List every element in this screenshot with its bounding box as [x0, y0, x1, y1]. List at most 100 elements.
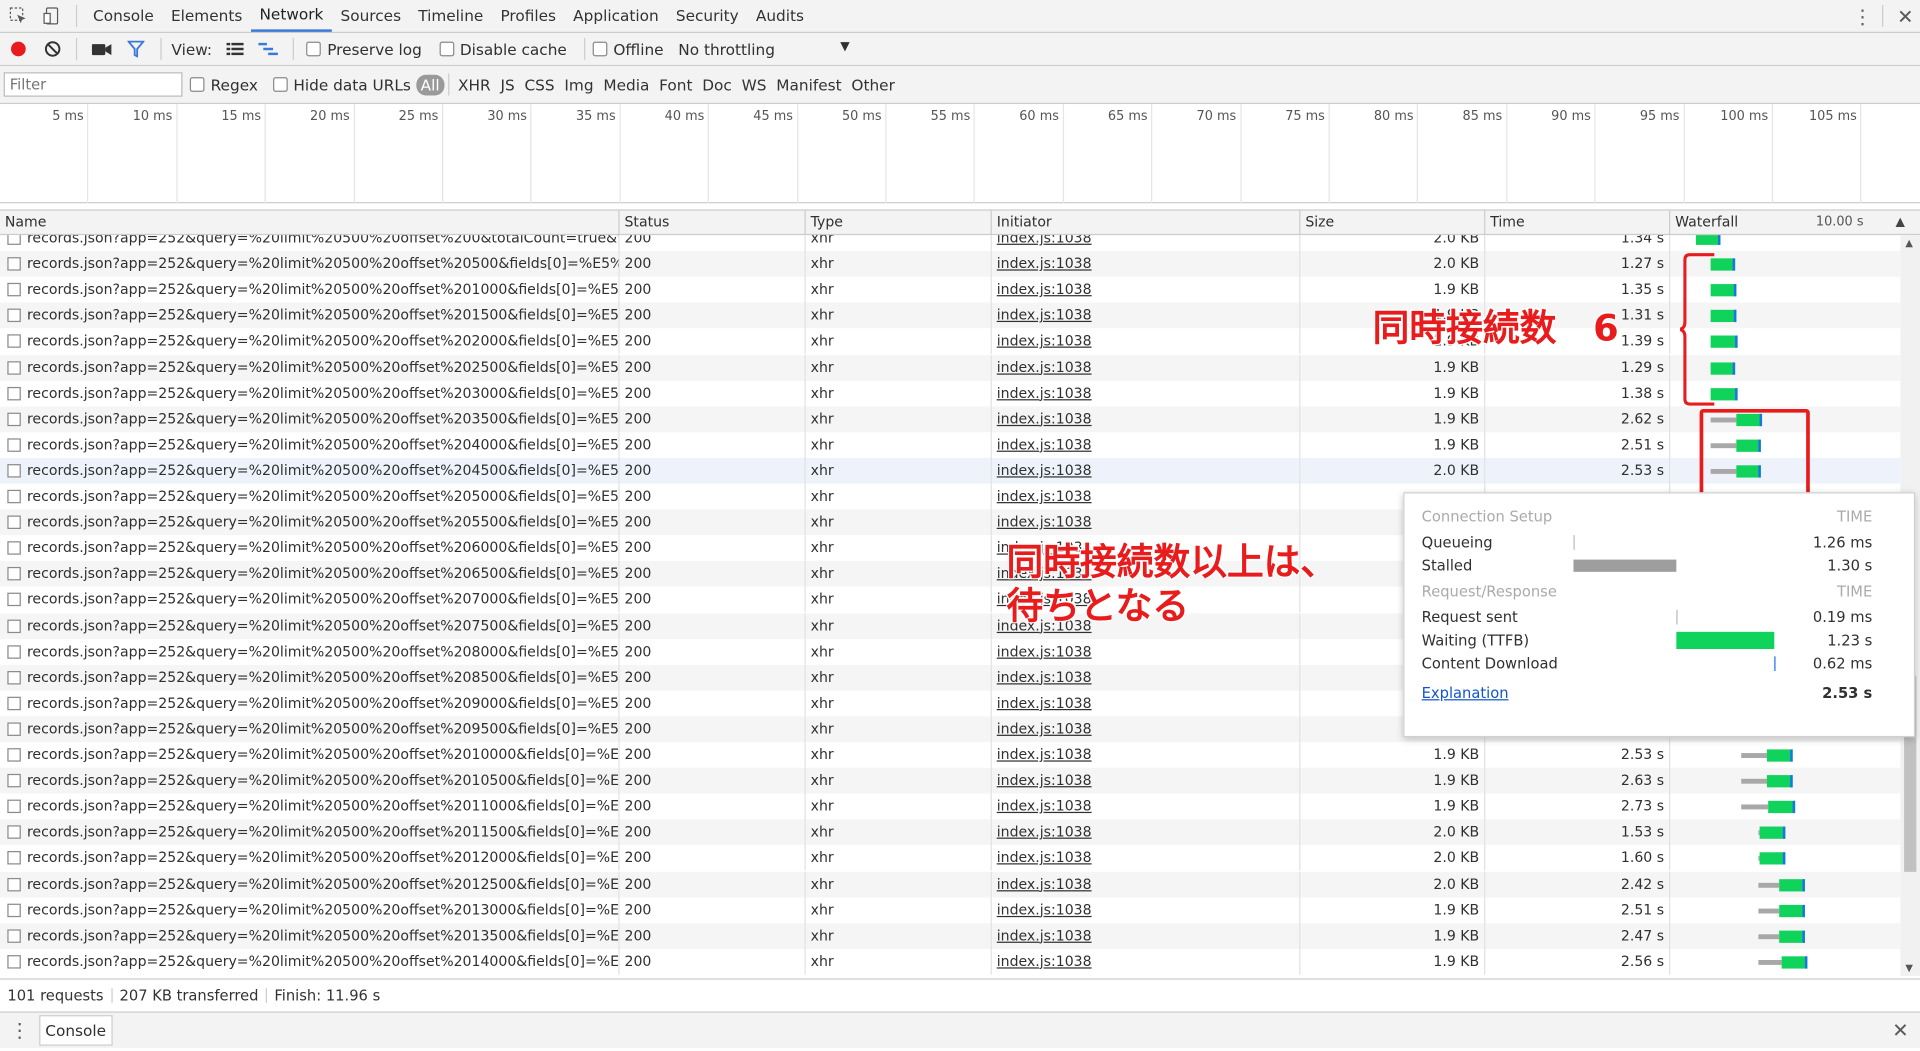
initiator-text[interactable]: index.js:1038	[997, 235, 1092, 246]
tab-network[interactable]: Network	[250, 0, 332, 32]
filter-type-css[interactable]: CSS	[520, 75, 560, 93]
initiator-text[interactable]: index.js:1038	[997, 694, 1092, 711]
table-row[interactable]: records.json?app=252&query=%20limit%2050…	[0, 235, 1900, 252]
initiator-text[interactable]: index.js:1038	[997, 797, 1092, 814]
explanation-link[interactable]: Explanation	[1422, 682, 1509, 704]
inspect-element-icon[interactable]	[0, 0, 37, 32]
cell-initiator[interactable]: index.js:1038	[992, 664, 1301, 691]
initiator-text[interactable]: index.js:1038	[997, 306, 1092, 323]
cell-initiator[interactable]: index.js:1038	[992, 328, 1301, 355]
table-row[interactable]: records.json?app=252&query=%20limit%2050…	[0, 871, 1901, 897]
table-row[interactable]: records.json?app=252&query=%20limit%2050…	[0, 948, 1900, 975]
close-drawer-icon[interactable]: ✕	[1881, 1019, 1920, 1042]
table-row[interactable]: records.json?app=252&query=%20limit%2050…	[0, 251, 1901, 277]
cell-initiator[interactable]: index.js:1038	[992, 380, 1301, 407]
tab-audits[interactable]: Audits	[747, 0, 812, 32]
overview-icon[interactable]	[251, 42, 285, 57]
initiator-text[interactable]: index.js:1038	[997, 901, 1092, 918]
tab-security[interactable]: Security	[667, 0, 747, 32]
cell-initiator[interactable]: index.js:1038	[992, 922, 1301, 949]
regex-checkbox[interactable]	[189, 77, 205, 92]
drawer-menu-icon[interactable]: ⋮	[0, 1019, 39, 1042]
filter-type-manifest[interactable]: Manifest	[771, 75, 846, 93]
initiator-text[interactable]: index.js:1038	[997, 255, 1092, 272]
initiator-text[interactable]: index.js:1038	[997, 952, 1092, 969]
initiator-text[interactable]: index.js:1038	[997, 927, 1092, 944]
filter-type-ws[interactable]: WS	[737, 75, 772, 93]
drawer-tab-console[interactable]: Console	[39, 1015, 113, 1046]
column-header-waterfall[interactable]: Waterfall 10.00 s ▲	[1670, 211, 1920, 235]
column-header-size[interactable]: Size	[1300, 210, 1486, 236]
throttling-select[interactable]: No throttling ▼	[678, 40, 849, 58]
cell-initiator[interactable]: index.js:1038	[992, 638, 1301, 665]
filter-type-js[interactable]: JS	[496, 75, 520, 93]
column-header-name[interactable]: Name	[0, 210, 620, 236]
initiator-text[interactable]: index.js:1038	[997, 668, 1092, 685]
cell-initiator[interactable]: index.js:1038	[992, 897, 1301, 923]
table-row[interactable]: records.json?app=252&query=%20limit%2050…	[0, 897, 1900, 923]
filter-type-font[interactable]: Font	[654, 75, 697, 93]
table-row[interactable]: records.json?app=252&query=%20limit%2050…	[0, 406, 1901, 432]
cell-initiator[interactable]: index.js:1038	[992, 948, 1301, 975]
cell-initiator[interactable]: index.js:1038	[992, 235, 1301, 252]
initiator-text[interactable]: index.js:1038	[997, 487, 1092, 504]
cell-initiator[interactable]: index.js:1038	[992, 483, 1301, 510]
filter-icon[interactable]	[119, 40, 153, 58]
filter-type-doc[interactable]: Doc	[697, 75, 736, 93]
close-devtools-icon[interactable]: ✕	[1891, 4, 1920, 27]
initiator-text[interactable]: index.js:1038	[997, 410, 1092, 427]
initiator-text[interactable]: index.js:1038	[997, 875, 1092, 892]
column-header-type[interactable]: Type	[806, 210, 992, 236]
table-row[interactable]: records.json?app=252&query=%20limit%2050…	[0, 742, 1900, 768]
tab-timeline[interactable]: Timeline	[410, 0, 492, 32]
cell-initiator[interactable]: index.js:1038	[992, 457, 1301, 484]
table-row[interactable]: records.json?app=252&query=%20limit%2050…	[0, 354, 1901, 381]
cell-initiator[interactable]: index.js:1038	[992, 406, 1301, 432]
filter-type-xhr[interactable]: XHR	[453, 75, 495, 93]
initiator-text[interactable]: index.js:1038	[997, 384, 1092, 401]
cell-initiator[interactable]: index.js:1038	[992, 845, 1301, 872]
tab-console[interactable]: Console	[84, 0, 162, 32]
table-row[interactable]: records.json?app=252&query=%20limit%2050…	[0, 457, 1901, 484]
scroll-down-icon[interactable]: ▼	[1905, 962, 1913, 973]
filter-type-media[interactable]: Media	[598, 75, 654, 93]
cell-initiator[interactable]: index.js:1038	[992, 354, 1301, 381]
cell-initiator[interactable]: index.js:1038	[992, 742, 1301, 768]
initiator-text[interactable]: index.js:1038	[997, 720, 1092, 737]
initiator-text[interactable]: index.js:1038	[997, 513, 1092, 530]
initiator-text[interactable]: index.js:1038	[997, 849, 1092, 866]
scroll-up-icon[interactable]: ▲	[1905, 238, 1913, 249]
disable-cache-checkbox[interactable]	[439, 41, 454, 57]
column-header-time[interactable]: Time	[1485, 210, 1671, 236]
table-row[interactable]: records.json?app=252&query=%20limit%2050…	[0, 431, 1900, 458]
initiator-text[interactable]: index.js:1038	[997, 746, 1092, 763]
table-row[interactable]: records.json?app=252&query=%20limit%2050…	[0, 845, 1900, 872]
table-row[interactable]: records.json?app=252&query=%20limit%2050…	[0, 767, 1901, 794]
table-row[interactable]: records.json?app=252&query=%20limit%2050…	[0, 380, 1900, 407]
tab-profiles[interactable]: Profiles	[492, 0, 565, 32]
cell-initiator[interactable]: index.js:1038	[992, 251, 1301, 277]
tab-application[interactable]: Application	[565, 0, 668, 32]
filter-type-img[interactable]: Img	[560, 75, 599, 93]
table-row[interactable]: records.json?app=252&query=%20limit%2050…	[0, 793, 1900, 820]
initiator-text[interactable]: index.js:1038	[997, 462, 1092, 479]
cell-initiator[interactable]: index.js:1038	[992, 871, 1301, 897]
initiator-text[interactable]: index.js:1038	[997, 642, 1092, 659]
initiator-text[interactable]: index.js:1038	[997, 332, 1092, 349]
clear-icon[interactable]	[37, 40, 69, 57]
table-row[interactable]: records.json?app=252&query=%20limit%2050…	[0, 819, 1901, 846]
large-rows-icon[interactable]	[219, 42, 251, 57]
cell-initiator[interactable]: index.js:1038	[992, 690, 1301, 717]
overview-timeline[interactable]: 5 ms 10 ms 15 ms 20 ms 25 ms 30 ms 35 ms 40 ms 4…	[0, 104, 1920, 204]
filter-type-other[interactable]: Other	[847, 75, 900, 93]
initiator-text[interactable]: index.js:1038	[997, 358, 1092, 375]
hide-data-urls-checkbox[interactable]	[272, 77, 288, 92]
initiator-text[interactable]: index.js:1038	[997, 823, 1092, 840]
column-header-status[interactable]: Status	[620, 210, 806, 236]
cell-initiator[interactable]: index.js:1038	[992, 793, 1301, 820]
record-icon[interactable]	[0, 40, 37, 57]
offline-checkbox[interactable]	[592, 41, 608, 57]
cell-initiator[interactable]: index.js:1038	[992, 716, 1301, 742]
preserve-log-checkbox[interactable]	[306, 41, 322, 57]
column-header-initiator[interactable]: Initiator	[992, 210, 1301, 236]
